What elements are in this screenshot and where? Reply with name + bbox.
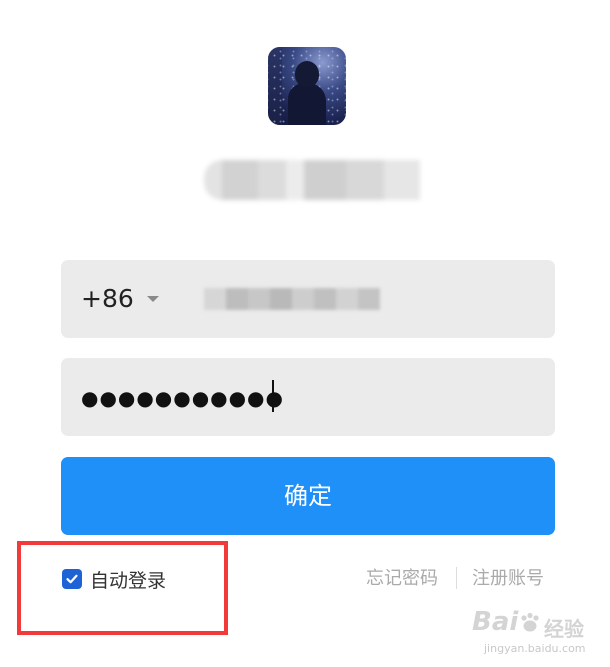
paw-icon: [518, 611, 542, 639]
register-account-link[interactable]: 注册账号: [472, 566, 544, 592]
password-field[interactable]: ●●●●●●●●●●●: [61, 358, 555, 436]
forgot-password-link[interactable]: 忘记密码: [366, 566, 438, 592]
watermark-logo-text: Bai: [472, 607, 519, 637]
confirm-button[interactable]: 确定: [61, 457, 555, 535]
link-divider: [456, 567, 457, 589]
blurred-username: [204, 160, 420, 200]
highlight-annotation-box: [17, 541, 228, 635]
caret-down-icon[interactable]: [147, 296, 159, 302]
watermark-url: jingyan.baidu.com: [484, 642, 586, 655]
country-code-selector[interactable]: +86: [81, 260, 134, 338]
user-avatar: [268, 47, 346, 125]
avatar-figure-body: [288, 83, 326, 125]
avatar-figure-head: [295, 61, 319, 87]
watermark-brand-cn: 经验: [544, 617, 584, 641]
text-cursor: [272, 380, 274, 412]
phone-field[interactable]: +86: [61, 260, 555, 338]
baidu-jingyan-watermark: Bai 经验 jingyan.baidu.com: [472, 602, 602, 662]
blurred-phone-number[interactable]: [204, 288, 380, 310]
password-masked-value[interactable]: ●●●●●●●●●●●: [81, 358, 284, 436]
